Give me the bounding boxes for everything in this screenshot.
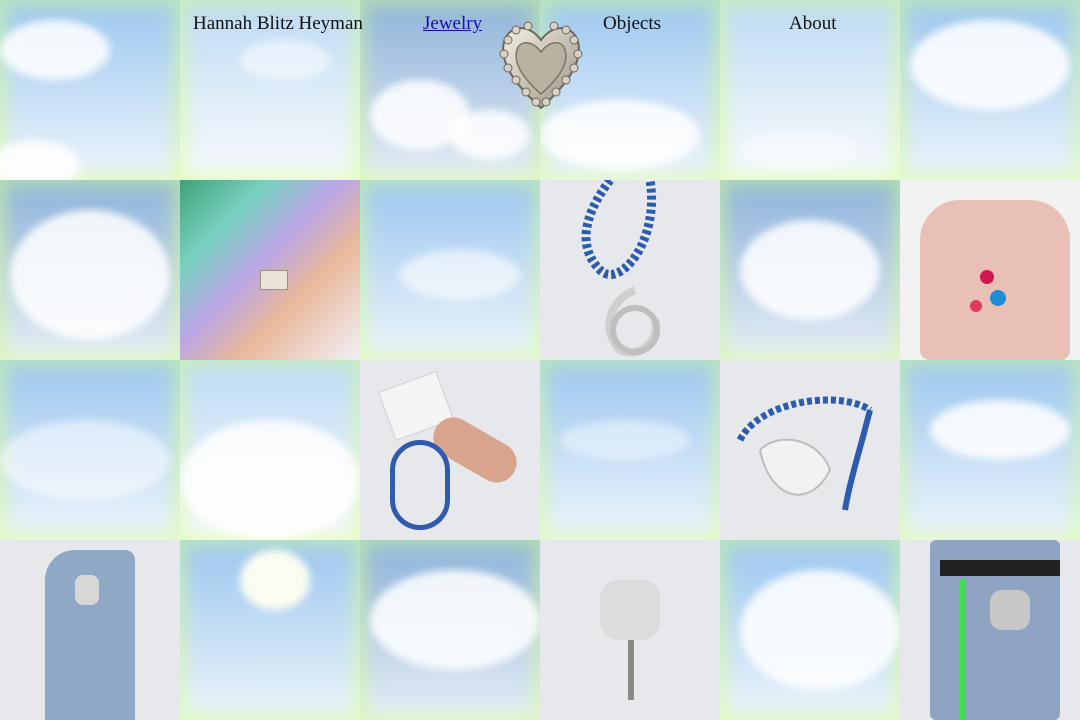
necklace-product-tile[interactable] xyxy=(540,180,720,360)
sky-tile xyxy=(180,540,360,720)
sky-tile xyxy=(900,360,1080,540)
sky-tile xyxy=(360,540,540,720)
necklace-image xyxy=(581,180,660,357)
fabric-product-tile[interactable] xyxy=(180,180,360,360)
braided-charm-product-tile[interactable] xyxy=(720,360,900,540)
braided-charm-image xyxy=(736,396,873,511)
belt-product-tile[interactable] xyxy=(900,540,1080,720)
sky-tile xyxy=(0,180,180,360)
bracelet-product-tile[interactable] xyxy=(360,360,540,540)
denim-product-tile[interactable] xyxy=(0,540,180,720)
sky-tile xyxy=(360,180,540,360)
chain-charm-product-tile[interactable] xyxy=(540,540,720,720)
sky-tile xyxy=(540,360,720,540)
nav-link-jewelry[interactable]: Jewelry xyxy=(423,13,482,35)
site-brand[interactable]: Hannah Blitz Heyman xyxy=(193,13,363,35)
rings-product-tile[interactable] xyxy=(900,180,1080,360)
nav-link-about[interactable]: About xyxy=(789,13,837,35)
heart-logo-icon[interactable] xyxy=(498,18,584,110)
sky-tile xyxy=(720,180,900,360)
sky-tile xyxy=(180,360,360,540)
nav-link-objects[interactable]: Objects xyxy=(603,13,661,35)
sky-tile xyxy=(0,360,180,540)
sky-tile xyxy=(720,540,900,720)
